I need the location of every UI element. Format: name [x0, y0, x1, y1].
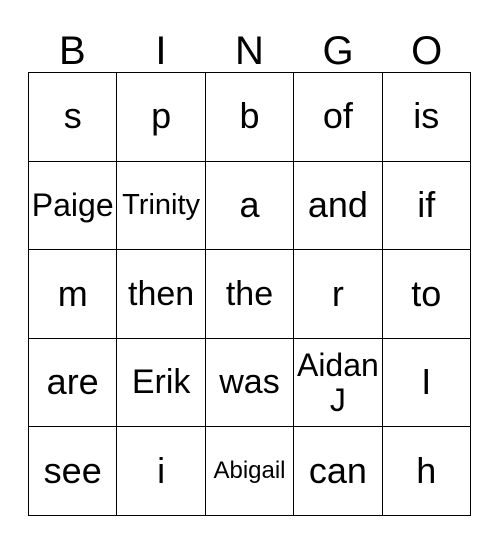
bingo-cell-o1[interactable]: is	[382, 73, 471, 162]
bingo-cell-label: Paige	[31, 187, 114, 224]
bingo-cell-n3[interactable]: the	[205, 250, 295, 339]
bingo-cell-label: was	[219, 363, 280, 402]
bingo-header-letter-i: I	[155, 29, 167, 73]
bingo-cell-o5[interactable]: h	[382, 427, 471, 516]
bingo-cell-g1[interactable]: of	[294, 73, 383, 162]
bingo-cell-label: b	[239, 95, 260, 137]
bingo-cell-label: Aidan J	[296, 347, 379, 418]
bingo-cell-label: I	[421, 361, 432, 403]
bingo-header-letter-g: G	[322, 29, 354, 73]
bingo-cell-label: a	[239, 183, 260, 225]
bingo-cell-label: p	[151, 95, 172, 137]
bingo-cell-label: the	[225, 274, 274, 313]
bingo-header-letter-o: O	[411, 29, 443, 73]
bingo-cell-label: Erik	[131, 363, 191, 402]
bingo-cell-label: is	[413, 95, 440, 137]
bingo-cell-b4[interactable]: are	[29, 338, 118, 428]
bingo-cell-o4[interactable]: I	[382, 338, 471, 428]
bingo-cell-i1[interactable]: p	[117, 73, 206, 162]
bingo-cell-o3[interactable]: to	[382, 250, 471, 339]
bingo-cell-label: and	[307, 183, 368, 225]
bingo-cell-b1[interactable]: s	[29, 73, 118, 162]
bingo-cell-g3[interactable]: r	[294, 250, 383, 339]
bingo-cell-i3[interactable]: then	[117, 250, 206, 339]
bingo-cell-label: if	[417, 183, 436, 225]
bingo-cell-label: Trinity	[122, 188, 201, 221]
bingo-header-row: B I N G O	[28, 18, 471, 72]
bingo-cell-g5[interactable]: can	[294, 427, 383, 516]
bingo-cell-b5[interactable]: see	[29, 427, 118, 516]
bingo-cell-label: then	[128, 274, 195, 313]
bingo-cell-label: can	[308, 449, 367, 491]
bingo-cell-g4[interactable]: Aidan J	[294, 338, 383, 428]
bingo-cell-i2[interactable]: Trinity	[117, 161, 206, 251]
bingo-cell-i4[interactable]: Erik	[117, 338, 206, 428]
bingo-cell-n1[interactable]: b	[205, 73, 295, 162]
bingo-cell-n5[interactable]: Abigail	[205, 427, 295, 516]
bingo-cell-label: s	[63, 95, 82, 137]
bingo-cell-label: h	[416, 449, 437, 491]
bingo-grid: s p b of is Paige Trinity a and if m then the r to are E…	[28, 72, 471, 516]
bingo-cell-i5[interactable]: i	[117, 427, 206, 516]
bingo-cell-n4[interactable]: was	[205, 338, 295, 428]
bingo-cell-label: i	[157, 449, 166, 491]
bingo-cell-label: to	[411, 272, 442, 314]
bingo-cell-label: of	[322, 95, 353, 137]
bingo-cell-g2[interactable]: and	[294, 161, 383, 251]
bingo-cell-b3[interactable]: m	[29, 250, 118, 339]
bingo-header-letter-n: N	[235, 29, 264, 73]
bingo-cell-b2[interactable]: Paige	[29, 161, 118, 251]
bingo-cell-label: r	[331, 272, 344, 314]
bingo-cell-label: m	[57, 272, 88, 314]
bingo-cell-o2[interactable]: if	[382, 161, 471, 251]
bingo-cell-label: see	[43, 449, 102, 491]
bingo-cell-label: Abigail	[213, 457, 286, 485]
bingo-cell-n2[interactable]: a	[205, 161, 295, 251]
bingo-header-letter-b: B	[58, 29, 86, 73]
bingo-cell-label: are	[46, 361, 99, 403]
bingo-card: B I N G O s p b of is Paige Trinity a and if m then…	[28, 18, 471, 516]
